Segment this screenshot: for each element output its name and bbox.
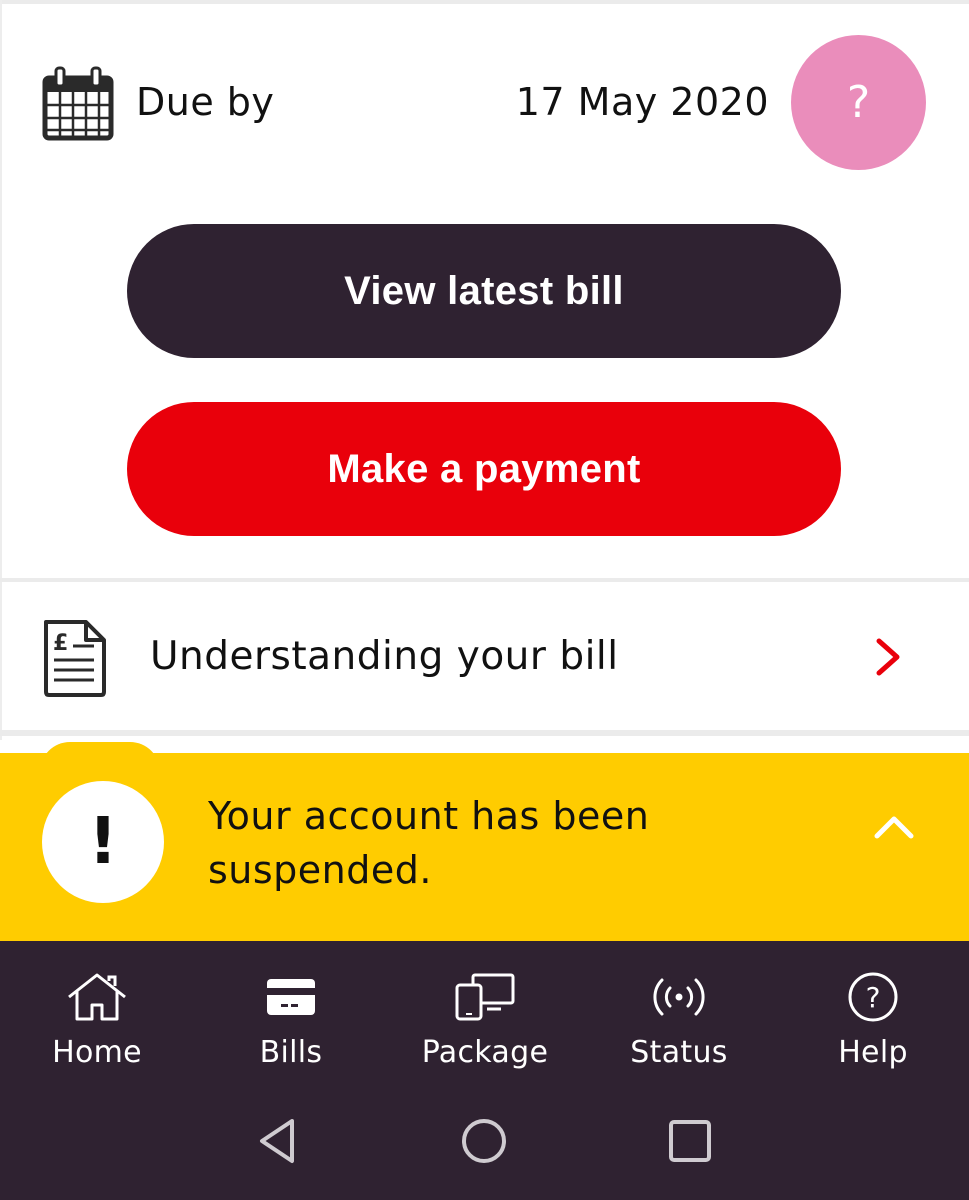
suspension-message: Your account has been suspended. <box>208 794 650 892</box>
section-divider <box>0 730 969 736</box>
nav-home-label: Home <box>52 1035 142 1070</box>
due-date-value: 17 May 2020 <box>515 80 769 124</box>
card-icon <box>267 979 315 1015</box>
suspension-banner[interactable]: ! Your account has been suspended. <box>0 753 969 941</box>
nav-package-label: Package <box>421 1035 549 1070</box>
svg-text:?: ? <box>866 981 881 1014</box>
calendar-icon <box>42 66 114 141</box>
billing-screen: Due by 17 May 2020 ? View latest bill Ma… <box>0 0 969 1200</box>
understanding-bill-row[interactable]: £ Understanding your bill <box>0 582 969 730</box>
bottom-navigation: Home Bills Package Status ? Help <box>0 941 969 1200</box>
nav-bills-label: Bills <box>259 1035 323 1070</box>
view-latest-bill-button[interactable]: View latest bill <box>127 224 841 358</box>
recent-apps-icon[interactable] <box>660 1111 720 1171</box>
system-navigation-bar <box>0 1111 969 1181</box>
nav-bills[interactable]: Bills <box>194 971 388 1081</box>
due-by-row: Due by 17 May 2020 ? <box>0 30 969 180</box>
nav-help-label: Help <box>838 1035 908 1070</box>
svg-text:£: £ <box>53 631 68 656</box>
back-icon[interactable] <box>248 1111 308 1171</box>
home-icon <box>68 973 126 1021</box>
help-circle-icon: ? <box>848 972 898 1022</box>
nav-status[interactable]: Status <box>582 971 776 1081</box>
nav-home[interactable]: Home <box>0 971 194 1081</box>
due-by-label: Due by <box>136 80 275 124</box>
top-divider <box>0 0 969 4</box>
chevron-right-icon <box>876 638 900 676</box>
devices-icon <box>455 973 515 1021</box>
nav-package[interactable]: Package <box>388 971 582 1081</box>
help-chat-button[interactable]: ? <box>791 35 926 170</box>
home-circle-icon[interactable] <box>454 1111 514 1171</box>
chevron-up-icon[interactable] <box>872 811 916 841</box>
nav-help[interactable]: ? Help <box>776 971 969 1081</box>
understanding-bill-label: Understanding your bill <box>150 634 619 679</box>
make-payment-button[interactable]: Make a payment <box>127 402 841 536</box>
signal-icon <box>653 978 705 1016</box>
bill-document-icon: £ <box>44 620 106 697</box>
nav-status-label: Status <box>630 1035 728 1070</box>
alert-icon: ! <box>42 781 164 903</box>
